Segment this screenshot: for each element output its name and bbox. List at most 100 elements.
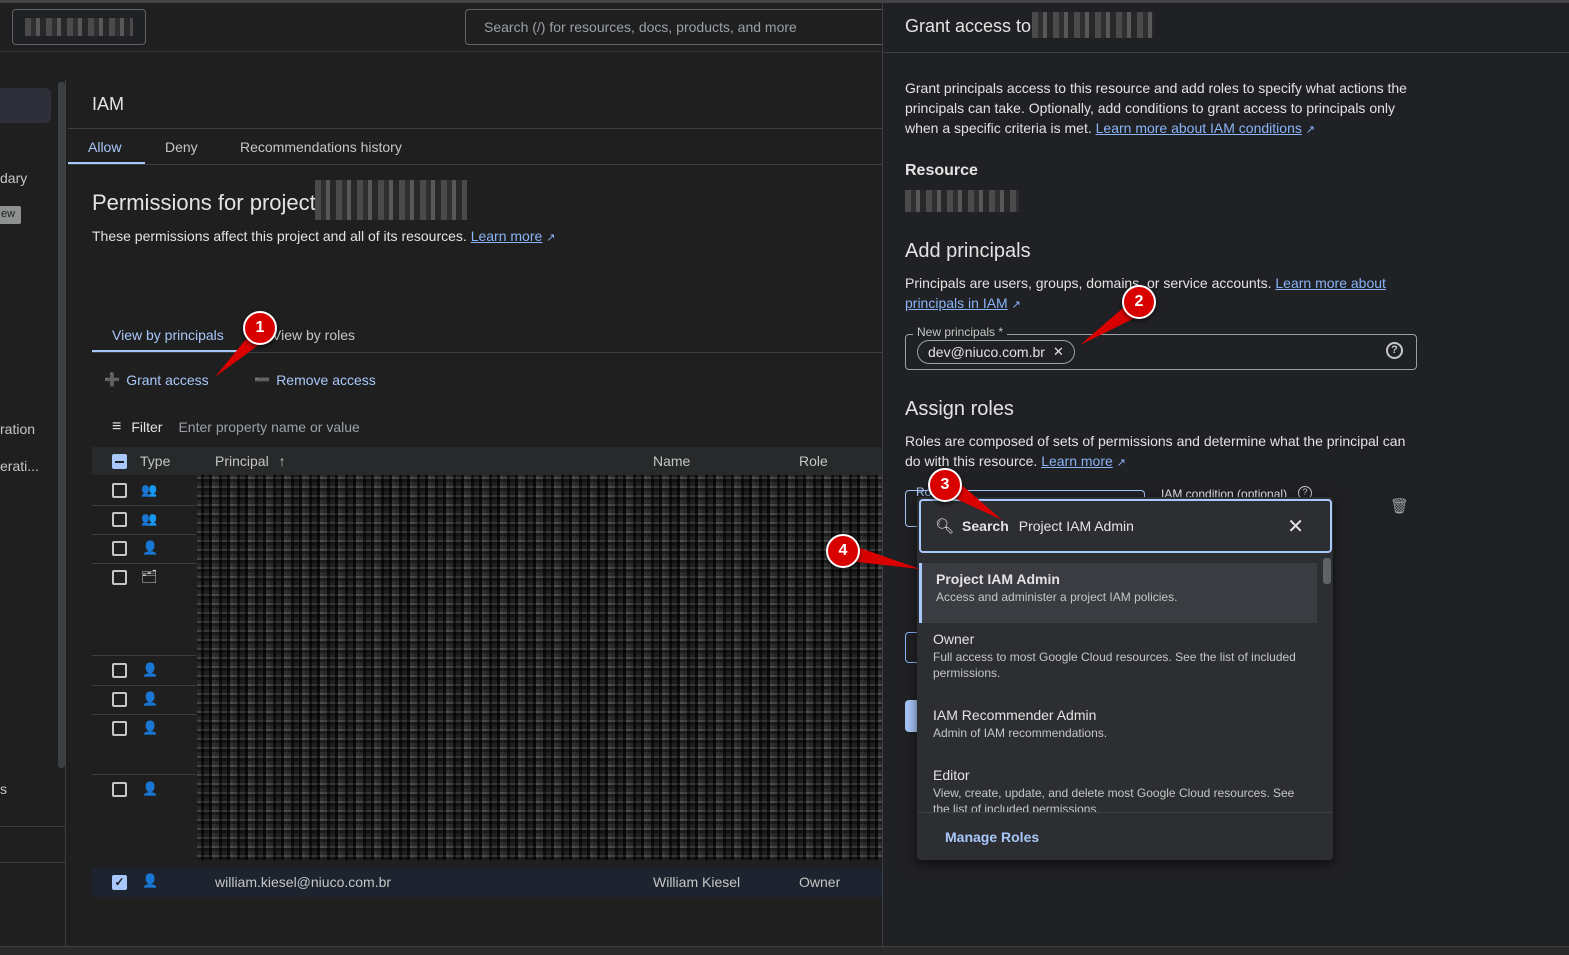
search-icon: 🔍︎ (935, 518, 955, 535)
divider (918, 812, 1332, 813)
grant-access-button[interactable]: ➕ Grant access (104, 372, 209, 388)
principal-name: William Kiesel (653, 874, 741, 890)
tab-allow[interactable]: Allow (88, 139, 121, 155)
permissions-description-text: These permissions affect this project an… (92, 228, 467, 244)
tab-view-by-roles[interactable]: View by roles (272, 327, 355, 343)
tab-deny[interactable]: Deny (165, 139, 198, 155)
select-all-checkbox[interactable] (112, 454, 127, 469)
column-name[interactable]: Name (653, 453, 690, 469)
row-checkbox[interactable] (112, 721, 127, 736)
column-principal[interactable]: Principal ↑ (215, 453, 286, 469)
role-option-title: Editor (933, 767, 970, 783)
iam-conditions-link[interactable]: Learn more about IAM conditions (1096, 120, 1302, 136)
assign-roles-heading: Assign roles (905, 398, 1014, 420)
sidebar-preview-badge: ew (0, 206, 21, 224)
permissions-title: Permissions for project (92, 190, 316, 216)
add-principals-description: Principals are users, groups, domains, o… (905, 273, 1405, 315)
role-option-title: Project IAM Admin (936, 571, 1060, 587)
sidebar-item-label[interactable]: ration (0, 421, 35, 437)
role-search-label: Search (962, 518, 1009, 534)
principal-role: Owner (799, 874, 841, 890)
external-link-icon: ↗ (546, 232, 556, 244)
divider (0, 862, 66, 863)
manage-roles-button[interactable]: Manage Roles (945, 829, 1039, 845)
row-checkbox[interactable] (112, 483, 127, 498)
bottom-bar (0, 946, 1569, 955)
assign-roles-description: Roles are composed of sets of permission… (905, 431, 1415, 473)
column-type[interactable]: Type (140, 453, 170, 469)
divider (68, 164, 882, 165)
role-option-desc: Full access to most Google Cloud resourc… (933, 650, 1296, 680)
principal-chip[interactable]: dev@niuco.com.br ✕ (917, 340, 1075, 364)
role-search-value[interactable]: Project IAM Admin (1019, 518, 1134, 534)
row-checkbox[interactable] (112, 541, 127, 556)
person-icon: 👤 (142, 662, 159, 677)
role-search-input[interactable]: 🔍︎ Search Project IAM Admin ✕ (919, 499, 1332, 553)
new-principals-label: New principals * (913, 325, 1008, 339)
roles-learn-more-link[interactable]: Learn more (1041, 453, 1113, 469)
permissions-description: These permissions affect this project an… (92, 228, 555, 244)
sidebar-item-selected[interactable] (0, 88, 51, 123)
sort-up-icon: ↑ (278, 453, 286, 469)
row-checkbox[interactable] (112, 782, 127, 797)
person-icon: 👤 (142, 691, 159, 706)
delete-icon[interactable]: 🗑 (1390, 497, 1409, 515)
panel-intro: Grant principals access to this resource… (905, 78, 1425, 140)
column-principal-label: Principal (215, 453, 269, 469)
remove-person-icon: ➖ (254, 372, 271, 387)
column-role[interactable]: Role (799, 453, 828, 469)
sidebar-item-label[interactable]: dary (0, 170, 27, 186)
tab-view-by-principals[interactable]: View by principals (112, 327, 224, 343)
row-divider (92, 774, 196, 775)
add-person-icon: ➕ (104, 372, 121, 387)
chip-remove-icon[interactable]: ✕ (1053, 344, 1064, 360)
remove-access-button[interactable]: ➖ Remove access (254, 372, 376, 388)
row-checkbox[interactable] (112, 570, 127, 585)
filter-icon: ≡ (112, 418, 122, 435)
divider (92, 352, 882, 353)
search-input[interactable]: Search (/) for resources, docs, products… (465, 9, 895, 45)
external-link-icon: ↗ (1305, 124, 1315, 136)
divider (883, 52, 1569, 53)
filter-input[interactable]: Enter property name or value (178, 419, 359, 435)
role-option-desc: Access and administer a project IAM poli… (936, 590, 1178, 604)
filter-bar[interactable]: ≡ Filter Enter property name or value (112, 418, 360, 436)
service-account-icon: 🗂 (141, 569, 158, 584)
row-checkbox[interactable] (112, 512, 127, 527)
role-option-desc: Admin of IAM recommendations. (933, 726, 1108, 740)
row-checkbox-checked[interactable]: ✓ (112, 875, 127, 890)
learn-more-link[interactable]: Learn more (471, 228, 543, 244)
clear-icon[interactable]: ✕ (1287, 514, 1304, 539)
role-option[interactable]: Owner Full access to most Google Cloud r… (919, 623, 1317, 689)
divider (68, 128, 882, 129)
remove-access-label: Remove access (276, 372, 376, 388)
role-option[interactable]: IAM Recommender Admin Admin of IAM recom… (919, 699, 1317, 749)
row-divider (92, 534, 196, 535)
tab-recommendations-history[interactable]: Recommendations history (240, 139, 402, 155)
dropdown-scrollbar[interactable] (1323, 558, 1331, 584)
project-selector[interactable] (12, 9, 146, 45)
external-link-icon: ↗ (1011, 299, 1021, 311)
panel-title: Grant access to (905, 16, 1032, 36)
row-divider (92, 655, 196, 656)
help-icon[interactable]: ? (1386, 342, 1403, 359)
person-icon: 👤 (142, 540, 159, 555)
role-option[interactable]: Project IAM Admin Access and administer … (919, 563, 1317, 623)
grant-access-label: Grant access (126, 372, 209, 388)
annotation-badge-1: 1 (243, 311, 277, 345)
add-principals-text: Principals are users, groups, domains, o… (905, 275, 1272, 291)
role-option-title: IAM Recommender Admin (933, 707, 1097, 723)
row-checkbox[interactable] (112, 692, 127, 707)
redacted-resource-name (1032, 12, 1154, 38)
row-divider (92, 505, 196, 506)
sidebar-item-label[interactable]: s (0, 781, 7, 797)
annotation-badge-4: 4 (826, 534, 860, 568)
sidebar-scrollbar[interactable] (58, 82, 65, 768)
role-option-desc: View, create, update, and delete most Go… (933, 786, 1295, 812)
row-checkbox[interactable] (112, 663, 127, 678)
role-option[interactable]: Editor View, create, update, and delete … (919, 759, 1317, 812)
annotation-badge-3: 3 (928, 468, 962, 502)
redacted-table-content (197, 475, 882, 860)
table-row[interactable] (92, 868, 882, 897)
sidebar-item-label[interactable]: erati... (0, 458, 39, 474)
